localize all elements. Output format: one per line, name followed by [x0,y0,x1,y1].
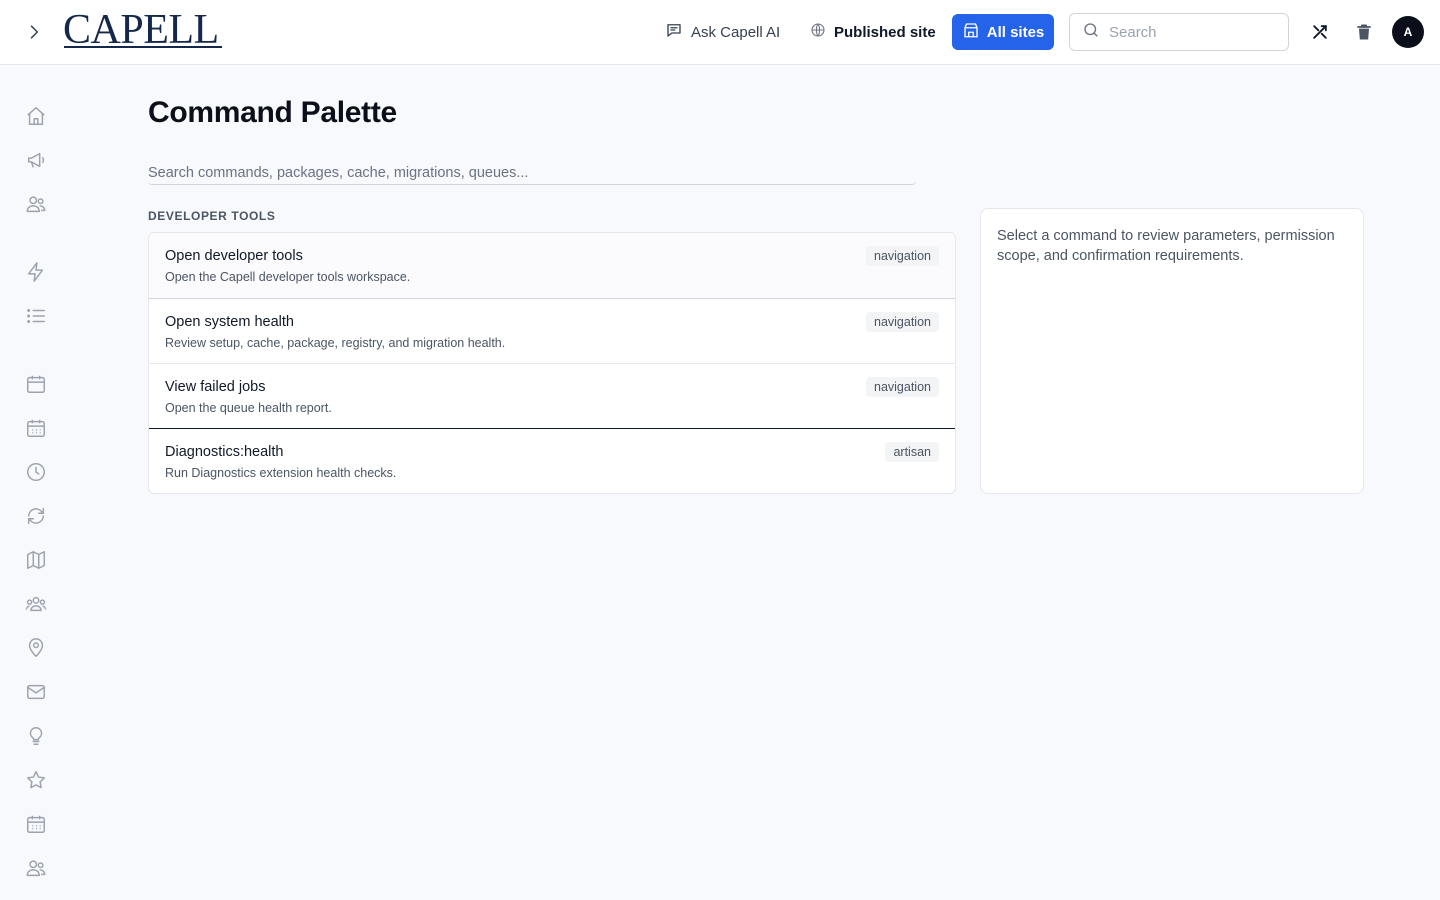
command-badge: navigation [866,312,939,332]
tools-icon[interactable] [1308,20,1332,44]
command-search-input[interactable] [148,162,916,185]
map-pin-icon[interactable] [24,636,48,660]
search-icon [1082,21,1100,44]
refresh-icon[interactable] [24,504,48,528]
home-icon[interactable] [24,104,48,128]
ask-ai-button[interactable]: Ask Capell AI [665,18,780,46]
ask-ai-label: Ask Capell AI [691,23,781,41]
command-description: Run Diagnostics extension health checks. [165,466,397,480]
trash-icon[interactable] [1352,20,1376,44]
all-sites-button[interactable]: All sites [952,14,1054,50]
published-site-label: Published site [834,23,936,41]
published-site-link[interactable]: Published site [810,18,936,46]
calendar-icon[interactable] [24,372,48,396]
command-item-open-system-health[interactable]: Open system health Review setup, cache, … [149,299,955,364]
detail-text: Select a command to review parameters, p… [997,228,1335,264]
command-title: View failed jobs [165,379,266,395]
mail-icon[interactable] [24,680,48,704]
map-icon[interactable] [24,548,48,572]
section-label: DEVELOPER TOOLS [148,209,276,223]
command-title: Diagnostics:health [165,444,284,460]
calendar-days-icon[interactable] [24,812,48,836]
users-icon[interactable] [24,192,48,216]
top-bar: CAPELL Ask Capell AI Published site All … [0,0,1440,65]
globe-icon [810,22,826,42]
command-badge: artisan [885,442,939,462]
bolt-icon[interactable] [24,260,48,284]
clock-icon[interactable] [24,460,48,484]
command-item-open-developer-tools[interactable]: Open developer tools Open the Capell dev… [149,233,955,299]
command-badge: navigation [866,377,939,397]
command-item-diagnostics-health[interactable]: Diagnostics:health Run Diagnostics exten… [149,429,955,493]
avatar[interactable]: A [1392,16,1424,48]
user-group-icon[interactable] [24,592,48,616]
building-icon [962,21,980,43]
lightbulb-icon[interactable] [24,724,48,748]
command-detail-panel: Select a command to review parameters, p… [980,208,1364,494]
command-title: Open developer tools [165,248,303,264]
star-icon[interactable] [24,768,48,792]
all-sites-label: All sites [986,23,1045,41]
command-description: Review setup, cache, package, registry, … [165,336,506,350]
global-search-input[interactable] [1109,23,1269,41]
chevron-right-icon[interactable] [22,20,46,44]
page-title: Command Palette [148,96,397,129]
list-icon[interactable] [24,304,48,328]
megaphone-icon[interactable] [24,148,48,172]
logo-underline [64,46,222,48]
command-description: Open the queue health report. [165,401,332,415]
command-badge: navigation [866,246,939,266]
command-item-view-failed-jobs[interactable]: View failed jobs Open the queue health r… [149,364,955,429]
users-alt-icon[interactable] [24,856,48,880]
calendar-grid-icon[interactable] [24,416,48,440]
command-description: Open the Capell developer tools workspac… [165,270,411,284]
chat-bubble-icon [665,21,683,43]
global-search[interactable] [1069,13,1289,51]
command-list: Open developer tools Open the Capell dev… [148,232,956,494]
command-title: Open system health [165,314,294,330]
